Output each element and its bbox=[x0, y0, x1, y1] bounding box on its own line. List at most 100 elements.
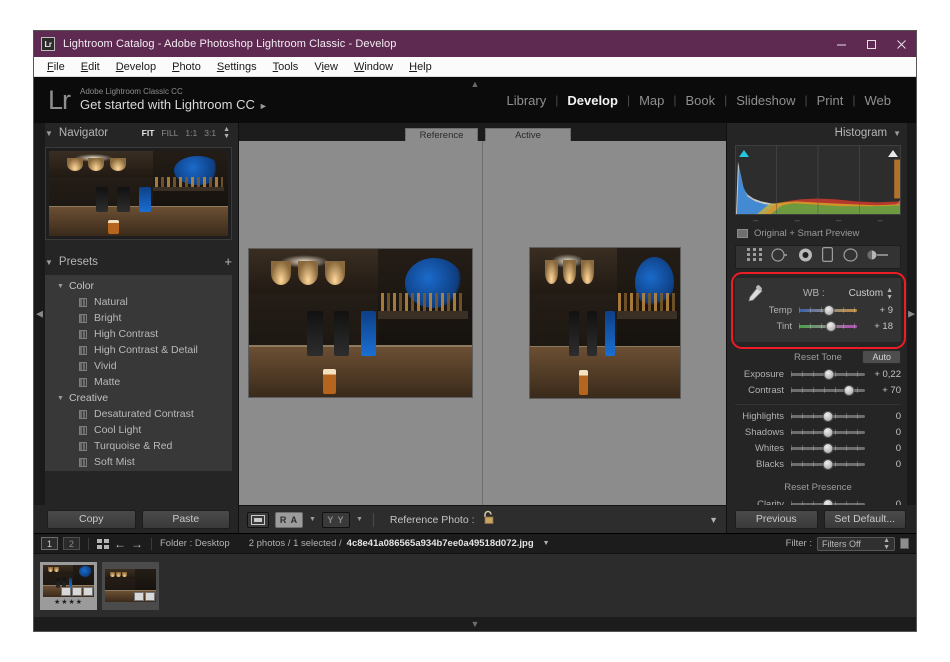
reset-tone-button[interactable]: Reset Tone bbox=[794, 352, 842, 363]
preset-group-color[interactable]: ▼ Color bbox=[45, 278, 232, 294]
add-preset-icon[interactable]: + bbox=[224, 255, 232, 268]
screen-mode-1-button[interactable]: 1 bbox=[41, 537, 58, 550]
shadows-slider[interactable] bbox=[791, 427, 865, 438]
whites-slider[interactable] bbox=[791, 443, 865, 454]
module-print[interactable]: Print bbox=[808, 93, 853, 108]
previous-button[interactable]: Previous bbox=[735, 509, 818, 529]
blacks-slider[interactable] bbox=[791, 459, 865, 470]
shadows-handle[interactable] bbox=[822, 427, 834, 438]
filmstrip-thumbnail[interactable] bbox=[102, 561, 159, 610]
copy-button[interactable]: Copy bbox=[47, 509, 136, 529]
minimize-icon[interactable] bbox=[826, 31, 856, 57]
left-panel-edge[interactable]: ◀ bbox=[34, 123, 45, 505]
crop-overlay-tool-icon[interactable] bbox=[746, 247, 762, 267]
module-develop[interactable]: Develop bbox=[558, 93, 627, 108]
forward-arrow-icon[interactable]: → bbox=[131, 538, 143, 550]
exposure-handle[interactable] bbox=[823, 369, 835, 380]
preset-item[interactable]: Cool Light bbox=[45, 422, 232, 438]
graduated-filter-tool-icon[interactable] bbox=[822, 247, 834, 267]
navigator-header[interactable]: ▼ Navigator FIT FILL 1:1 3:1 ▲ ▼ bbox=[45, 123, 238, 143]
presets-header[interactable]: ▼ Presets + bbox=[45, 252, 238, 272]
loupe-view-icon[interactable] bbox=[247, 511, 269, 528]
contrast-handle[interactable] bbox=[843, 385, 855, 396]
filter-select[interactable]: Filters Off ▲ ▼ bbox=[817, 536, 895, 551]
highlight-clipping-icon[interactable] bbox=[887, 148, 898, 159]
preset-item[interactable]: Turquoise & Red bbox=[45, 438, 232, 454]
tint-handle[interactable] bbox=[825, 321, 837, 332]
lock-icon[interactable] bbox=[481, 510, 495, 530]
right-panel-edge[interactable]: ▶ bbox=[907, 123, 916, 505]
menu-window[interactable]: Window bbox=[346, 57, 401, 77]
chevron-down-icon[interactable]: ▼ bbox=[309, 516, 316, 523]
menu-view[interactable]: View bbox=[306, 57, 346, 77]
zoom-stepper-icon[interactable]: ▲ ▼ bbox=[223, 126, 230, 140]
thumbnail-rating[interactable]: ★★★★ bbox=[54, 599, 83, 607]
zoom-fit[interactable]: FIT bbox=[142, 128, 155, 138]
module-slideshow[interactable]: Slideshow bbox=[727, 93, 804, 108]
menu-settings[interactable]: Settings bbox=[209, 57, 265, 77]
bottom-panel-toggle-icon[interactable]: ▼ bbox=[34, 617, 916, 631]
contrast-slider[interactable] bbox=[791, 385, 865, 396]
histogram-header[interactable]: Histogram ▼ bbox=[727, 123, 907, 143]
close-icon[interactable] bbox=[886, 31, 916, 57]
reference-active-view-icon[interactable]: R A bbox=[275, 511, 303, 528]
back-arrow-icon[interactable]: ← bbox=[114, 538, 126, 550]
auto-tone-button[interactable]: Auto bbox=[862, 350, 901, 364]
preset-item[interactable]: Desaturated Contrast bbox=[45, 406, 232, 422]
adjustment-brush-tool-icon[interactable] bbox=[867, 248, 889, 266]
menu-develop[interactable]: Develop bbox=[108, 57, 164, 77]
zoom-fill[interactable]: FILL bbox=[161, 128, 178, 138]
top-panel-toggle-icon[interactable]: ▲ bbox=[471, 79, 480, 89]
paste-button[interactable]: Paste bbox=[141, 509, 230, 529]
wb-preset-select[interactable]: Custom ▲ ▼ bbox=[849, 287, 893, 301]
preset-item[interactable]: High Contrast bbox=[45, 326, 232, 342]
reference-photo-pane[interactable] bbox=[239, 141, 482, 505]
module-web[interactable]: Web bbox=[856, 93, 901, 108]
zoom-1-1[interactable]: 1:1 bbox=[185, 128, 197, 138]
folder-path[interactable]: Folder : Desktop bbox=[160, 538, 230, 549]
module-map[interactable]: Map bbox=[630, 93, 673, 108]
toolbar-expand-icon[interactable]: ▼ bbox=[709, 515, 718, 525]
highlights-handle[interactable] bbox=[822, 411, 834, 422]
clarity-handle[interactable] bbox=[822, 499, 834, 505]
preset-item[interactable]: Natural bbox=[45, 294, 232, 310]
set-default-button[interactable]: Set Default... bbox=[823, 509, 906, 529]
grid-view-icon[interactable] bbox=[97, 538, 109, 549]
zoom-3-1[interactable]: 3:1 bbox=[204, 128, 216, 138]
menu-file[interactable]: File bbox=[39, 57, 73, 77]
white-balance-selector-icon[interactable] bbox=[743, 284, 765, 311]
menu-help[interactable]: Help bbox=[401, 57, 440, 77]
before-after-view-icon[interactable]: Y Y bbox=[321, 511, 350, 528]
filter-toggle-icon[interactable] bbox=[900, 538, 909, 549]
preset-group-creative[interactable]: ▼ Creative bbox=[45, 390, 232, 406]
tint-slider[interactable] bbox=[799, 321, 857, 332]
highlights-slider[interactable] bbox=[791, 411, 865, 422]
spot-removal-tool-icon[interactable] bbox=[771, 247, 788, 267]
radial-filter-tool-icon[interactable] bbox=[843, 247, 858, 267]
temp-handle[interactable] bbox=[823, 305, 835, 316]
active-photo-pane[interactable] bbox=[482, 141, 726, 505]
clarity-slider[interactable] bbox=[791, 499, 865, 505]
filmstrip-thumbnail[interactable]: ★★★★ bbox=[40, 561, 97, 610]
preset-item[interactable]: Bright bbox=[45, 310, 232, 326]
preset-item[interactable]: Matte bbox=[45, 374, 232, 390]
menu-tools[interactable]: Tools bbox=[265, 57, 307, 77]
preset-item[interactable]: Vintage Instant bbox=[45, 470, 232, 471]
whites-handle[interactable] bbox=[822, 443, 834, 454]
blacks-handle[interactable] bbox=[822, 459, 834, 470]
histogram-graph[interactable] bbox=[735, 145, 901, 215]
module-library[interactable]: Library bbox=[497, 93, 555, 108]
module-book[interactable]: Book bbox=[676, 93, 724, 108]
exposure-slider[interactable] bbox=[791, 369, 865, 380]
menu-photo[interactable]: Photo bbox=[164, 57, 209, 77]
chevron-down-icon[interactable]: ▼ bbox=[356, 516, 363, 523]
shadow-clipping-icon[interactable] bbox=[738, 148, 749, 159]
preset-item[interactable]: Vivid bbox=[45, 358, 232, 374]
tab-active[interactable]: Active bbox=[485, 128, 571, 141]
maximize-icon[interactable] bbox=[856, 31, 886, 57]
preset-item[interactable]: High Contrast & Detail bbox=[45, 342, 232, 358]
right-collapse-icon[interactable]: ▶ bbox=[908, 309, 915, 320]
identity-plate[interactable]: Adobe Lightroom Classic CC Get started w… bbox=[80, 86, 268, 114]
navigator-preview[interactable] bbox=[45, 147, 232, 240]
tab-reference[interactable]: Reference bbox=[405, 128, 478, 141]
